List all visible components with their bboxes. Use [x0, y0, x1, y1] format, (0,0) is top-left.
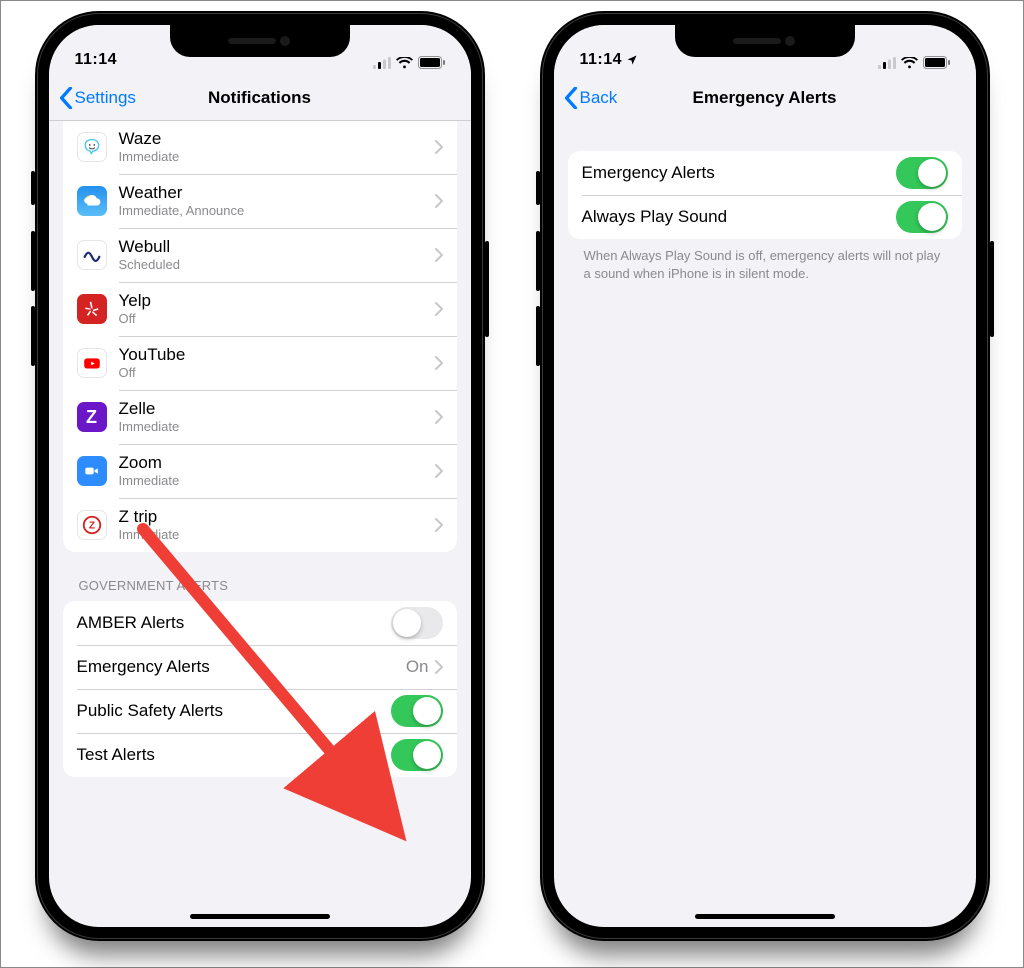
- test-alerts-switch[interactable]: [391, 739, 443, 771]
- section-footer: When Always Play Sound is off, emergency…: [554, 239, 976, 282]
- back-button[interactable]: Back: [564, 87, 618, 109]
- app-icon-zoom: [77, 456, 107, 486]
- app-detail: Immediate: [119, 527, 435, 543]
- app-row-zelle[interactable]: Z ZelleImmediate: [63, 390, 457, 444]
- status-icons: [373, 56, 445, 69]
- government-alerts-group: AMBER Alerts Emergency Alerts On Public …: [63, 601, 457, 777]
- app-name: Yelp: [119, 291, 435, 311]
- test-alerts-row[interactable]: Test Alerts: [63, 733, 457, 777]
- app-icon-waze: [77, 132, 107, 162]
- content[interactable]: Emergency Alerts Always Play Sound When …: [554, 121, 976, 927]
- app-row-zoom[interactable]: ZoomImmediate: [63, 444, 457, 498]
- nav-bar: Back Emergency Alerts: [554, 75, 976, 121]
- always-play-sound-row[interactable]: Always Play Sound: [568, 195, 962, 239]
- app-row-ztrip[interactable]: Z Z tripImmediate: [63, 498, 457, 552]
- always-play-sound-label: Always Play Sound: [582, 207, 896, 227]
- screen-emergency-alerts: 11:14 Back Emergency Alerts Emergency Al…: [554, 25, 976, 927]
- chevron-left-icon: [564, 87, 578, 109]
- status-time: 11:14: [580, 51, 639, 69]
- back-label: Back: [580, 88, 618, 108]
- chevron-right-icon: [435, 518, 443, 532]
- svg-text:Z: Z: [88, 521, 94, 532]
- app-detail: Immediate: [119, 419, 435, 435]
- back-button[interactable]: Settings: [59, 87, 136, 109]
- chevron-right-icon: [435, 464, 443, 478]
- app-name: YouTube: [119, 345, 435, 365]
- app-detail: Immediate, Announce: [119, 203, 435, 219]
- app-name: Z trip: [119, 507, 435, 527]
- amber-alerts-switch[interactable]: [391, 607, 443, 639]
- app-name: Zelle: [119, 399, 435, 419]
- app-list-group: WazeImmediate WeatherImmediate, Announce: [63, 121, 457, 552]
- emergency-alerts-group: Emergency Alerts Always Play Sound: [568, 151, 962, 239]
- app-name: Weather: [119, 183, 435, 203]
- emergency-alerts-value: On: [406, 657, 429, 677]
- back-label: Settings: [75, 88, 136, 108]
- chevron-left-icon: [59, 87, 73, 109]
- chevron-right-icon: [435, 194, 443, 208]
- public-safety-alerts-switch[interactable]: [391, 695, 443, 727]
- emergency-alerts-switch[interactable]: [896, 157, 948, 189]
- phone-frame-right: 11:14 Back Emergency Alerts Emergency Al…: [540, 11, 990, 941]
- chevron-right-icon: [435, 660, 443, 674]
- app-icon-ztrip: Z: [77, 510, 107, 540]
- location-icon: [626, 54, 638, 66]
- app-detail: Immediate: [119, 473, 435, 489]
- app-icon-webull: [77, 240, 107, 270]
- home-indicator[interactable]: [695, 914, 835, 919]
- emergency-alerts-toggle-row[interactable]: Emergency Alerts: [568, 151, 962, 195]
- app-detail: Off: [119, 365, 435, 381]
- app-detail: Scheduled: [119, 257, 435, 273]
- app-row-weather[interactable]: WeatherImmediate, Announce: [63, 174, 457, 228]
- test-alerts-label: Test Alerts: [77, 745, 391, 765]
- chevron-right-icon: [435, 140, 443, 154]
- app-detail: Off: [119, 311, 435, 327]
- app-icon-youtube: [77, 348, 107, 378]
- wifi-icon: [396, 57, 413, 69]
- nav-bar: Settings Notifications: [49, 75, 471, 121]
- app-row-yelp[interactable]: YelpOff: [63, 282, 457, 336]
- public-safety-alerts-label: Public Safety Alerts: [77, 701, 391, 721]
- emergency-alerts-label: Emergency Alerts: [582, 163, 896, 183]
- app-row-webull[interactable]: WebullScheduled: [63, 228, 457, 282]
- app-icon-yelp: [77, 294, 107, 324]
- chevron-right-icon: [435, 302, 443, 316]
- home-indicator[interactable]: [190, 914, 330, 919]
- app-row-waze[interactable]: WazeImmediate: [63, 121, 457, 174]
- status-bar: 11:14: [554, 25, 976, 75]
- cellular-icon: [878, 57, 896, 69]
- chevron-right-icon: [435, 356, 443, 370]
- app-icon-zelle: Z: [77, 402, 107, 432]
- battery-icon: [923, 56, 950, 69]
- battery-icon: [418, 56, 445, 69]
- app-detail: Immediate: [119, 149, 435, 165]
- chevron-right-icon: [435, 410, 443, 424]
- always-play-sound-switch[interactable]: [896, 201, 948, 233]
- status-bar: 11:14: [49, 25, 471, 75]
- screen-notifications: 11:14 Settings Notifications W: [49, 25, 471, 927]
- app-name: Zoom: [119, 453, 435, 473]
- wifi-icon: [901, 57, 918, 69]
- emergency-alerts-row[interactable]: Emergency Alerts On: [63, 645, 457, 689]
- amber-alerts-row[interactable]: AMBER Alerts: [63, 601, 457, 645]
- status-time: 11:14: [75, 51, 118, 69]
- emergency-alerts-label: Emergency Alerts: [77, 657, 406, 677]
- app-icon-weather: [77, 186, 107, 216]
- app-name: Waze: [119, 129, 435, 149]
- phone-frame-left: 11:14 Settings Notifications W: [35, 11, 485, 941]
- app-row-youtube[interactable]: YouTubeOff: [63, 336, 457, 390]
- amber-alerts-label: AMBER Alerts: [77, 613, 391, 633]
- app-name: Webull: [119, 237, 435, 257]
- cellular-icon: [373, 57, 391, 69]
- chevron-right-icon: [435, 248, 443, 262]
- section-header-government-alerts: Government Alerts: [49, 552, 471, 601]
- public-safety-alerts-row[interactable]: Public Safety Alerts: [63, 689, 457, 733]
- status-icons: [878, 56, 950, 69]
- content[interactable]: WazeImmediate WeatherImmediate, Announce: [49, 121, 471, 927]
